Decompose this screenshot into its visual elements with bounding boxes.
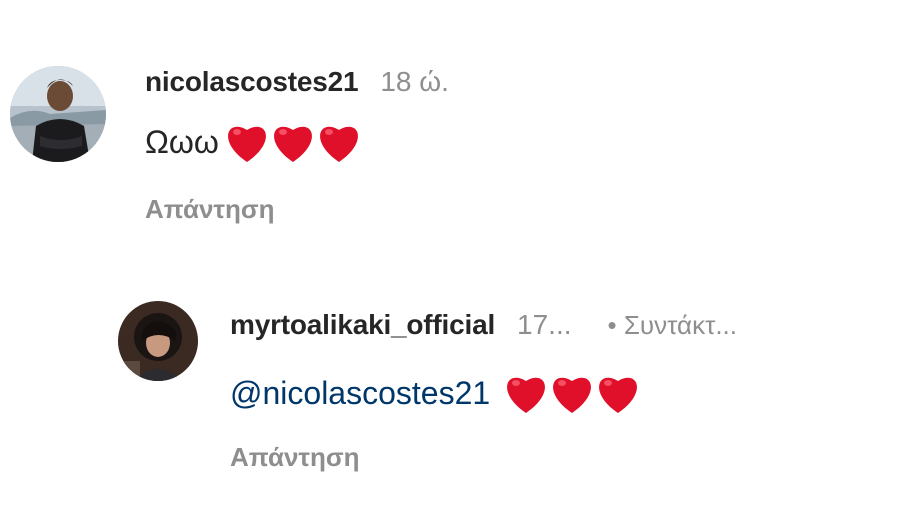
red-heart-icon <box>507 377 546 413</box>
comment-body: Ωωω <box>145 123 219 160</box>
username[interactable]: myrtoalikaki_official <box>230 309 495 341</box>
comment-text: @nicolascostes21 <box>230 371 640 415</box>
red-heart-icon <box>227 126 266 162</box>
username[interactable]: nicolascostes21 <box>145 66 359 98</box>
author-badge: • Συντάκτ... <box>607 310 738 340</box>
reply-button[interactable]: Απάντηση <box>145 194 275 225</box>
red-heart-icon <box>319 126 358 162</box>
timestamp: 17... <box>517 309 572 340</box>
comment-text: Ωωω <box>145 120 361 164</box>
reply-comment-item: myrtoalikaki_official 17... • Συντάκτ...… <box>0 260 900 520</box>
user-photo-icon <box>118 301 198 381</box>
red-heart-icon <box>553 377 592 413</box>
user-photo-icon <box>10 66 106 162</box>
avatar[interactable] <box>10 66 106 162</box>
comment-item: nicolascostes21 18 ώ. Ωωω Απάντηση <box>0 0 900 260</box>
mention-link[interactable]: @nicolascostes21 <box>230 375 490 412</box>
comment-header: myrtoalikaki_official 17... • Συντάκτ... <box>230 309 737 341</box>
red-heart-icon <box>273 126 312 162</box>
hearts-emoji-group <box>223 120 361 164</box>
hearts-emoji-group <box>502 371 640 415</box>
avatar[interactable] <box>118 301 198 381</box>
red-heart-icon <box>599 377 638 413</box>
reply-button[interactable]: Απάντηση <box>230 442 360 473</box>
timestamp: 18 ώ. <box>380 66 449 97</box>
comment-header: nicolascostes21 18 ώ. <box>145 66 449 98</box>
